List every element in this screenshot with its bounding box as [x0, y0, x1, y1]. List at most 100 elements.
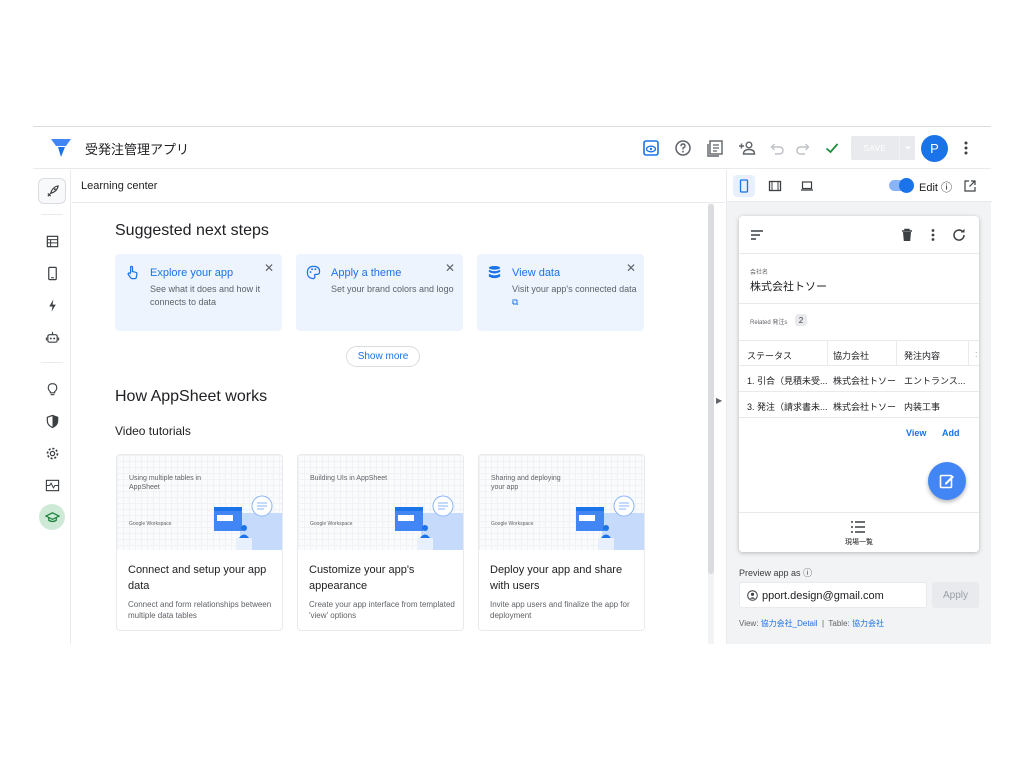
edit-mode-toggle[interactable]: [889, 178, 914, 193]
rail-item-data[interactable]: [38, 228, 66, 254]
learning-center-header: Learning center: [72, 170, 725, 203]
suggested-steps-heading: Suggested next steps: [115, 222, 269, 239]
field-label: 会社名: [750, 270, 769, 276]
app-title[interactable]: 受発注管理アプリ: [85, 139, 189, 158]
edit-fab-button[interactable]: [928, 462, 966, 500]
list-icon[interactable]: [850, 520, 866, 534]
step-description-text: Visit your app's connected data: [512, 284, 637, 294]
column-header[interactable]: ステータス: [747, 349, 825, 362]
scrollbar-thumb[interactable]: [708, 204, 714, 574]
google-workspace-logo: Google Workspace: [310, 521, 353, 527]
rail-item-security[interactable]: [38, 408, 66, 434]
tutorial-illustration-icon: [576, 495, 644, 550]
apply-button[interactable]: Apply: [932, 582, 979, 608]
add-link[interactable]: Add: [942, 428, 960, 438]
video-thumbnail[interactable]: Sharing and deploying your app Google Wo…: [479, 455, 644, 550]
thumbnail-title: Using multiple tables in AppSheet: [129, 475, 201, 491]
preview-email-input[interactable]: pport.design@gmail.com: [739, 582, 927, 608]
more-vert-icon[interactable]: [955, 137, 977, 159]
table-row[interactable]: 1. 引合（見積未受... 株式会社トソー エントランス...: [739, 366, 979, 392]
shield-icon: [46, 414, 58, 428]
tablet-view-button[interactable]: [764, 175, 786, 197]
video-thumbnail[interactable]: Using multiple tables in AppSheet Google…: [117, 455, 282, 550]
account-circle-icon: [747, 590, 758, 601]
step-card-theme[interactable]: Apply a theme Set your brand colors and …: [296, 254, 463, 331]
left-navigation-rail: [33, 170, 71, 644]
avatar[interactable]: P: [921, 135, 948, 162]
step-card-explore[interactable]: Explore your app See what it does and ho…: [115, 254, 282, 331]
table-cell: エントランス...: [904, 376, 966, 386]
close-icon[interactable]: ✕: [264, 261, 274, 275]
step-description: See what it does and how it connects to …: [150, 284, 261, 307]
view-name-link[interactable]: 協力会社_Detail: [761, 619, 818, 628]
documentation-icon[interactable]: [704, 137, 726, 159]
rail-item-intelligence[interactable]: [38, 376, 66, 402]
video-card-deploy[interactable]: Sharing and deploying your app Google Wo…: [478, 454, 645, 631]
table-cell: 株式会社トソー: [833, 376, 897, 386]
rail-item-bots[interactable]: [38, 324, 66, 350]
collapse-panel-icon[interactable]: ▶: [716, 396, 722, 405]
view-link[interactable]: View: [906, 428, 926, 438]
bottom-nav-label[interactable]: 現場一覧: [739, 537, 979, 547]
related-count-badge: 2: [795, 314, 807, 326]
thumbnail-title: Sharing and deploying your app: [491, 475, 561, 491]
learning-center-content: Suggested next steps Explore your app Se…: [72, 204, 725, 644]
help-icon[interactable]: [672, 137, 694, 159]
field-value: 株式会社トソー: [750, 281, 827, 293]
close-icon[interactable]: ✕: [445, 261, 455, 275]
delete-icon[interactable]: [898, 226, 916, 244]
step-title: Explore your app: [150, 267, 234, 279]
bot-icon: [45, 331, 59, 343]
column-header[interactable]: 発注内容: [904, 349, 966, 362]
more-vert-icon[interactable]: [924, 226, 942, 244]
info-icon[interactable]: ⓘ: [803, 568, 812, 578]
refresh-icon[interactable]: [950, 226, 968, 244]
automation-icon: [48, 298, 56, 312]
close-icon[interactable]: ✕: [626, 261, 636, 275]
undo-icon[interactable]: [766, 137, 788, 159]
table-name-link[interactable]: 協力会社: [852, 619, 884, 628]
step-card-view-data[interactable]: View data Visit your app's connected dat…: [477, 254, 644, 331]
edit-note-icon: [939, 474, 954, 489]
rail-item-monitor[interactable]: [38, 472, 66, 498]
phone-icon: [47, 266, 57, 280]
phone-icon: [739, 179, 749, 193]
save-options-dropdown[interactable]: [899, 136, 915, 160]
video-card-connect[interactable]: Using multiple tables in AppSheet Google…: [116, 454, 283, 631]
open-in-new-button[interactable]: [959, 175, 981, 197]
preview-icon[interactable]: [640, 137, 662, 159]
video-card-customize[interactable]: Building UIs in AppSheet Google Workspac…: [297, 454, 464, 631]
redo-icon[interactable]: [792, 137, 814, 159]
rail-divider: [41, 214, 63, 215]
share-person-add-icon[interactable]: [736, 137, 758, 159]
video-tutorials-heading: Video tutorials: [115, 424, 191, 438]
rail-item-automation[interactable]: [38, 292, 66, 318]
preview-toolbar: Edit ⓘ: [727, 170, 992, 202]
show-more-button[interactable]: Show more: [346, 346, 420, 367]
info-icon[interactable]: ⓘ: [941, 182, 952, 194]
save-button[interactable]: SAVE: [851, 136, 899, 160]
table-cell: 内装工事: [904, 402, 941, 412]
learning-icon: [44, 511, 60, 522]
rail-item-learning-center[interactable]: [39, 504, 65, 530]
table-row[interactable]: 3. 発注（請求書未... 株式会社トソー 内装工事: [739, 392, 979, 418]
chevron-down-icon: [904, 146, 911, 150]
preview-as-label: Preview app as ⓘ: [739, 566, 812, 579]
check-icon: [821, 137, 843, 159]
video-thumbnail[interactable]: Building UIs in AppSheet Google Workspac…: [298, 455, 463, 550]
sort-menu-icon[interactable]: [748, 226, 766, 244]
column-divider: [827, 340, 828, 366]
how-appsheet-works-heading: How AppSheet works: [115, 388, 268, 405]
rail-divider: [41, 362, 63, 363]
column-header[interactable]: 協力会社: [833, 349, 899, 362]
thumbnail-title: Building UIs in AppSheet: [310, 475, 388, 482]
rail-item-create[interactable]: [38, 178, 66, 204]
database-icon: [487, 265, 503, 281]
mobile-view-button[interactable]: [733, 175, 755, 197]
open-in-new-icon[interactable]: ⧉: [512, 297, 518, 307]
google-workspace-logo: Google Workspace: [491, 521, 534, 527]
table-cell: 3. 発注（請求書未...: [747, 402, 827, 412]
desktop-view-button[interactable]: [796, 175, 818, 197]
rail-item-app[interactable]: [38, 260, 66, 286]
rail-item-settings[interactable]: [38, 440, 66, 466]
